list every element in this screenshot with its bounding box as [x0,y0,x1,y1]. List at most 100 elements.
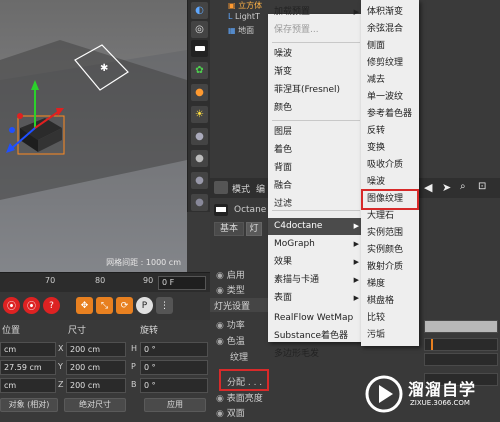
scale-icon[interactable]: ⤡ [96,297,113,314]
submenu-item[interactable]: 棋盘格 [361,293,419,310]
tab-basic[interactable]: 基本 [214,222,244,236]
rotation-h-field[interactable]: 0 ° [140,342,208,357]
power-slider[interactable] [424,320,498,333]
3d-viewport[interactable]: ✱ 网格间距 : 1000 cm [0,0,187,272]
mode-menu[interactable]: 模式 [232,182,250,195]
menu-item-mograph[interactable]: MoGraph ▶ [268,236,364,253]
current-frame-field[interactable]: 0 F [158,276,206,290]
menu-item-effects[interactable]: 效果 ▶ [268,254,364,271]
object-row-light[interactable]: L LightT [228,12,260,21]
lock-icon[interactable]: ⊡ [478,181,486,192]
axis-label: P [131,362,136,371]
radio-icon[interactable]: ◉ [216,409,224,419]
sphere-icon[interactable]: ● [191,128,208,145]
environment-icon[interactable]: ◎ [191,21,208,38]
svg-text:✱: ✱ [100,63,108,74]
texture-field[interactable] [424,353,498,366]
menu-item-fusion[interactable]: 融合 [268,178,364,195]
submenu-item[interactable]: 比较 [361,310,419,327]
tab-light[interactable]: 灯 [246,222,262,236]
menu-item-load-preset[interactable]: 加载预置 ▶ [268,4,364,21]
radio-icon[interactable]: ◉ [216,394,224,404]
param-icon[interactable]: P [136,297,153,314]
radio-icon[interactable]: ◉ [216,337,224,347]
size-x-field[interactable]: 200 cm [66,342,126,357]
object-row-floor[interactable]: ▦ 地面 [228,25,254,36]
fruit-light-icon[interactable]: ● [191,84,208,101]
submenu-item[interactable]: 单一波纹 [361,89,419,106]
highlight-box-distribution [219,369,269,391]
sky-icon[interactable]: ◐ [191,2,208,19]
submenu-item[interactable]: 大理石 [361,208,419,225]
menu-item-layer[interactable]: 图层 [268,124,364,141]
position-z-field[interactable]: cm [0,378,56,393]
menu-item-save-preset[interactable]: 保存预置... [268,22,364,39]
record-keyframe-icon[interactable]: ⦿ [3,297,20,314]
menu-icon[interactable] [214,181,228,194]
search-icon[interactable]: ⌕ [460,181,466,192]
sun-light-icon[interactable]: ☀ [191,106,208,123]
menu-item-label: 颜色 [274,103,293,113]
back-arrow-icon[interactable]: ◀ [424,181,432,194]
menu-item-colorizer[interactable]: 着色 [268,142,364,159]
rotation-p-field[interactable]: 0 ° [140,360,208,375]
edit-menu[interactable]: 编 [256,182,265,195]
submenu-item[interactable]: 反转 [361,123,419,140]
sphere-metal-icon[interactable]: ● [191,150,208,167]
submenu-item[interactable]: 减去 [361,72,419,89]
submenu-item[interactable]: 参考着色器 [361,106,419,123]
submenu-item[interactable]: 侧面 [361,38,419,55]
pointer-icon[interactable]: ➤ [442,181,451,194]
size-y-field[interactable]: 200 cm [66,360,126,375]
radio-icon[interactable]: ◉ [216,271,224,281]
menu-item-realflow-wetmap[interactable]: RealFlow WetMap [268,310,364,327]
apply-button[interactable]: 应用 [144,398,206,412]
menu-item-substance-shader[interactable]: Substance着色器 [268,328,364,345]
menu-item-noise[interactable]: 噪波 [268,46,364,63]
rotate-icon[interactable]: ⟳ [116,297,133,314]
menu-item-label: 素描与卡通 [274,275,320,285]
radio-icon[interactable]: ◉ [216,286,224,296]
light-settings-header[interactable]: 灯光设置 [210,298,270,312]
menu-item-gradient[interactable]: 渐变 [268,64,364,81]
menu-item-surfaces[interactable]: 表面 ▶ [268,290,364,307]
tick-label: 90 [143,276,154,285]
submenu-item[interactable]: 实例颜色 [361,242,419,259]
size-z-field[interactable]: 200 cm [66,378,126,393]
submenu-item[interactable]: 吸收介质 [361,157,419,174]
submenu-item[interactable]: 余弦混合 [361,21,419,38]
color-field[interactable] [424,338,498,351]
area-light-icon[interactable] [191,40,208,57]
sphere-gloss-icon[interactable]: ● [191,172,208,189]
object-row-cube[interactable]: ▣ 立方体 [228,0,262,11]
submenu-item[interactable]: 污垢 [361,327,419,344]
autokey-icon[interactable]: ⦿ [23,297,40,314]
timeline-ruler[interactable]: 70 80 90 0 F [0,272,210,292]
position-x-field[interactable]: cm [0,342,56,357]
menu-item-color[interactable]: 颜色 [268,100,364,117]
rotation-b-field[interactable]: 0 ° [140,378,208,393]
submenu-item[interactable]: 散射介质 [361,259,419,276]
submenu-item[interactable]: 体积渐变 [361,4,419,21]
submenu-item[interactable]: 变换 [361,140,419,157]
radio-icon[interactable]: ◉ [216,321,224,331]
submenu-item[interactable]: 梯度 [361,276,419,293]
menu-item-c4doctane[interactable]: C4doctane ▶ [268,218,364,235]
move-icon[interactable]: ✥ [76,297,93,314]
menu-item-label: 保存预置... [274,25,319,35]
menu-item-fresnel[interactable]: 菲涅耳(Fresnel) [268,82,364,99]
menu-item-backface[interactable]: 背面 [268,160,364,177]
help-icon[interactable]: ? [43,297,60,314]
submenu-item[interactable]: 实例范围 [361,225,419,242]
grid-icon[interactable]: ⋮ [156,297,173,314]
submenu-arrow-icon: ▶ [353,8,359,16]
submenu-item[interactable]: 修剪纹理 [361,55,419,72]
position-y-field[interactable]: 27.59 cm [0,360,56,375]
flower-light-icon[interactable]: ✿ [191,62,208,79]
size-mode-dropdown[interactable]: 绝对尺寸 [64,398,126,412]
menu-item-label: 着色 [274,145,293,155]
coordinate-mode-dropdown[interactable]: 对象 (相对) [0,398,58,412]
sphere-diffuse-icon[interactable]: ● [191,194,208,211]
menu-item-sketch-toon[interactable]: 素描与卡通 ▶ [268,272,364,289]
menu-item-polygon-hair[interactable]: 多边形毛发 [268,346,364,363]
